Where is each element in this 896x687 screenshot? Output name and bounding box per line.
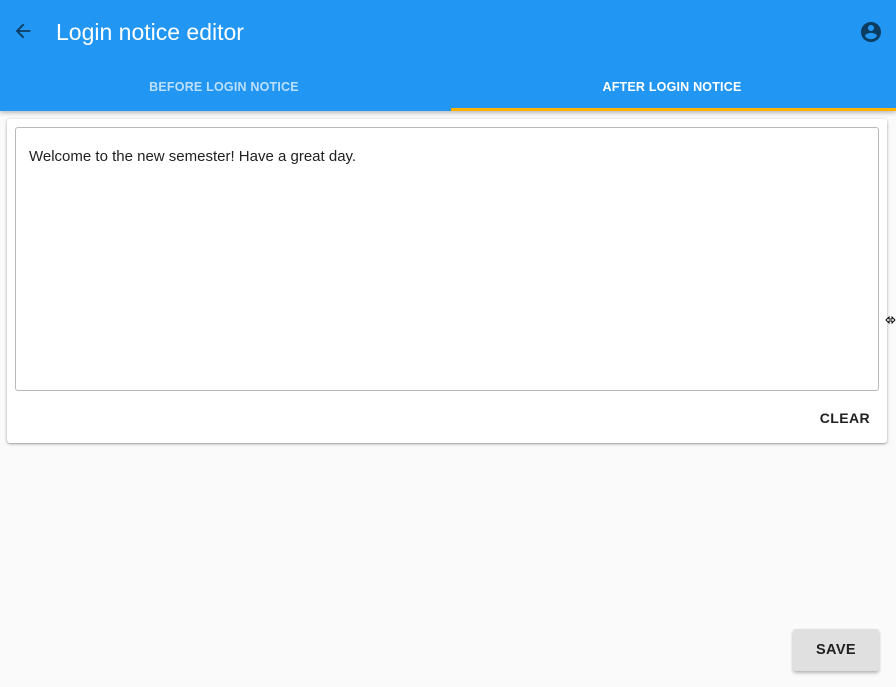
- save-button[interactable]: SAVE: [793, 629, 879, 671]
- tab-before-login-notice[interactable]: BEFORE LOGIN NOTICE: [0, 64, 448, 111]
- account-button[interactable]: [858, 19, 884, 45]
- back-button[interactable]: [8, 16, 38, 46]
- resize-cursor-icon: [885, 315, 896, 325]
- app-bar: Login notice editor BEFORE LOGIN NOTICE …: [0, 0, 896, 111]
- arrow-left-icon: [15, 23, 31, 39]
- account-circle-icon: [861, 22, 881, 42]
- tab-after-login-notice[interactable]: AFTER LOGIN NOTICE: [448, 64, 896, 111]
- tab-indicator: [451, 108, 896, 111]
- notice-textarea[interactable]: Welcome to the new semester! Have a grea…: [15, 127, 879, 391]
- clear-button[interactable]: CLEAR: [813, 404, 877, 432]
- notice-editor-card: Welcome to the new semester! Have a grea…: [7, 119, 887, 443]
- tab-bar: BEFORE LOGIN NOTICE AFTER LOGIN NOTICE: [0, 64, 896, 111]
- page-title: Login notice editor: [56, 19, 244, 45]
- toolbar: Login notice editor: [0, 0, 896, 64]
